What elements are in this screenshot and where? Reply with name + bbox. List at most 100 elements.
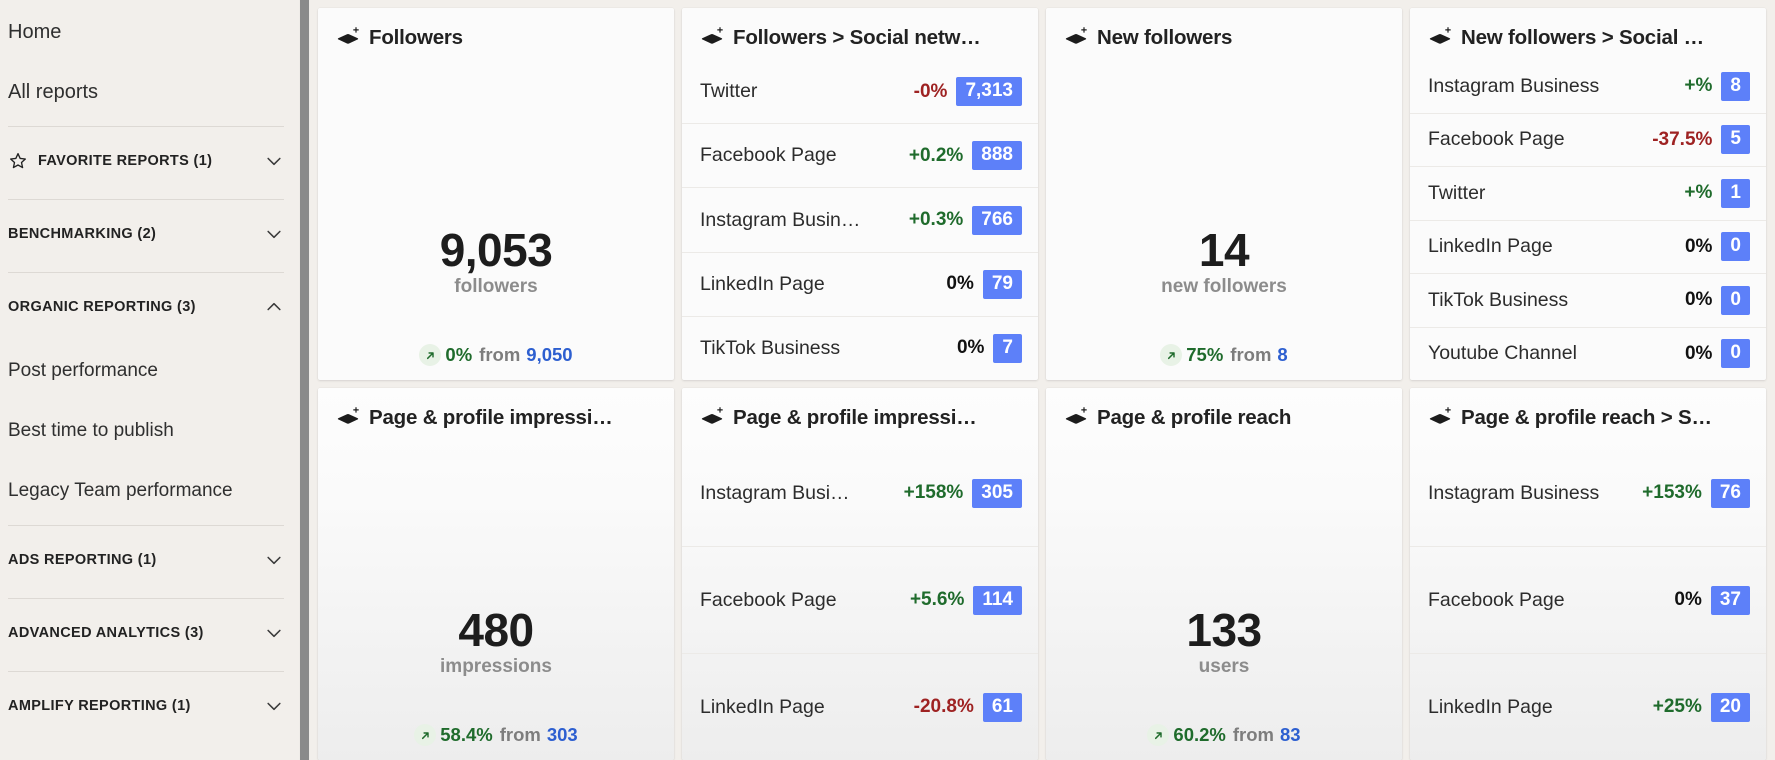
sidebar-item-legacy-team-performance[interactable]: Legacy Team performance [8, 461, 284, 521]
chevron-up-icon[interactable] [264, 297, 284, 317]
sidebar-link-home[interactable]: Home [8, 0, 284, 62]
breakdown-row[interactable]: Facebook Page +5.6% 114 [682, 546, 1038, 653]
delta-previous-value[interactable]: 83 [1280, 724, 1301, 746]
metric-unit: users [1198, 656, 1250, 677]
breakdown-row-change: 0% [1684, 342, 1713, 364]
breakdown-row-value-badge: 61 [982, 692, 1022, 722]
delta-previous-value[interactable]: 8 [1277, 344, 1287, 366]
app-root: Home All reports FAVORITE REPORTS (1) BENCH… [0, 0, 1775, 760]
breakdown-row-label: TikTok Business [1428, 288, 1569, 311]
delta-arrow-icon-wrap [1160, 344, 1183, 366]
breakdown-row-label: Facebook Page [1428, 128, 1565, 151]
widget-grid: Followers 9,053 followers 0% from 9,050 Follow… [318, 8, 1775, 760]
delta-from-label: from [499, 724, 541, 745]
breakdown-row-label: LinkedIn Page [700, 272, 825, 295]
breakdown-row-value-badge: 79 [982, 269, 1022, 299]
breakdown-row-label: Facebook Page [700, 144, 837, 167]
sidebar-group-label: AMPLIFY REPORTING (1) [8, 698, 191, 714]
breakdown-row[interactable]: Instagram Business +% 8 [1410, 60, 1766, 113]
breakdown-row-change: 0% [1684, 235, 1713, 257]
sidebar-link-all-reports[interactable]: All reports [8, 62, 284, 122]
breakdown-row[interactable]: Twitter +% 1 [1410, 166, 1766, 220]
delta-previous-value[interactable]: 9,050 [526, 344, 572, 366]
breakdown-row[interactable]: LinkedIn Page 0% 79 [682, 251, 1038, 316]
breakdown-row[interactable]: LinkedIn Page +25% 20 [1410, 653, 1766, 760]
chevron-down-icon[interactable] [264, 623, 284, 643]
chevron-down-icon[interactable] [264, 151, 284, 171]
breakdown-row-value-badge: 7 [993, 333, 1022, 363]
layers-plus-icon [1429, 407, 1451, 424]
widget-card-reach[interactable]: Page & profile reach 133 users 60.2% from 83 [1046, 388, 1402, 760]
breakdown-row-label: Youtube Channel [1428, 342, 1577, 365]
breakdown-row[interactable]: Facebook Page +0.2% 888 [682, 123, 1038, 187]
breakdown-row[interactable]: LinkedIn Page 0% 0 [1410, 219, 1766, 274]
metric-value: 480 [458, 603, 534, 656]
breakdown-row[interactable]: Facebook Page 0% 37 [1410, 546, 1766, 653]
layers-plus-icon [1429, 27, 1451, 44]
breakdown-row[interactable]: Youtube Channel 0% 0 [1410, 326, 1766, 381]
breakdown-row-value-badge: 5 [1721, 125, 1750, 155]
metric-body: 480 impressions 58.4% from 303 [318, 438, 674, 760]
sidebar-scrollbar-thumb[interactable] [300, 0, 309, 760]
delta-percent: 58.4% [440, 724, 493, 745]
sidebar-group-4[interactable]: ADVANCED ANALYTICS (3) [8, 599, 284, 667]
trend-up-arrow-icon [1154, 731, 1162, 739]
delta-previous-value[interactable]: 303 [547, 724, 578, 746]
sidebar-group-0[interactable]: FAVORITE REPORTS (1) [8, 127, 284, 195]
sidebar-group-2[interactable]: ORGANIC REPORTING (3) [8, 273, 284, 341]
widget-card-followers[interactable]: Followers 9,053 followers 0% from 9,050 [318, 8, 674, 380]
breakdown-row-change: +% [1684, 182, 1713, 204]
breakdown-row[interactable]: Instagram Busin… +0.3% 766 [682, 187, 1038, 251]
breakdown-row[interactable]: TikTok Business 0% 7 [682, 315, 1038, 380]
sidebar-content: Home All reports FAVORITE REPORTS (1) BENCH… [0, 0, 310, 740]
sidebar-group-1[interactable]: BENCHMARKING (2) [8, 200, 284, 268]
sidebar-item-best-time-to-publish[interactable]: Best time to publish [8, 401, 284, 461]
breakdown-row[interactable]: Twitter -0% 7,313 [682, 60, 1038, 123]
star-icon [10, 153, 27, 169]
breakdown-row-label: LinkedIn Page [700, 695, 825, 718]
breakdown-row[interactable]: TikTok Business 0% 0 [1410, 273, 1766, 327]
delta-percent: 0% [445, 344, 473, 365]
widget-card-reach-by-network[interactable]: Page & profile reach > S… Instagram Busin… [1410, 388, 1766, 760]
widget-card-new-followers-by-network[interactable]: New followers > Social … Instagram Busine… [1410, 8, 1766, 380]
breakdown-row[interactable]: Instagram Business +153% 76 [1410, 440, 1766, 546]
delta-percent: 60.2% [1173, 724, 1226, 745]
breakdown-rows: Instagram Business +153% 76 Facebook Page 0%… [1410, 438, 1766, 760]
metric-unit: new followers [1161, 276, 1287, 297]
metric-delta: 60.2% from 83 [1147, 724, 1301, 746]
metric-body: 14 new followers 75% from 8 [1046, 58, 1402, 380]
card-title: New followers > Social … [1461, 26, 1704, 49]
breakdown-row-value-badge: 0 [1721, 232, 1750, 262]
breakdown-row[interactable]: Facebook Page -37.5% 5 [1410, 112, 1766, 167]
metric-unit: impressions [440, 656, 552, 677]
sidebar-item-post-performance[interactable]: Post performance [8, 341, 284, 401]
breakdown-rows: Twitter -0% 7,313 Facebook Page +0.2% 888 Inst… [682, 58, 1038, 380]
chevron-down-icon[interactable] [264, 550, 284, 570]
delta-percent: 75% [1186, 344, 1224, 365]
metric-delta: 0% from 9,050 [419, 344, 573, 366]
card-title: Page & profile reach [1097, 406, 1292, 429]
sidebar-scrollbar-track[interactable] [299, 0, 310, 760]
widget-card-impressions[interactable]: Page & profile impressi… 480 impressions 58… [318, 388, 674, 760]
card-header: Page & profile impressi… [318, 388, 674, 438]
breakdown-row-change: +0.2% [908, 144, 964, 166]
chevron-down-icon[interactable] [264, 224, 284, 244]
sidebar-group-5[interactable]: AMPLIFY REPORTING (1) [8, 672, 284, 740]
card-header: Page & profile reach > S… [1410, 388, 1766, 438]
breakdown-row-value-badge: 76 [1710, 478, 1750, 508]
breakdown-row-change: 0% [946, 273, 974, 295]
widget-card-impressions-by-network[interactable]: Page & profile impressi… Instagram Busi… +… [682, 388, 1038, 760]
trend-up-arrow-icon [1167, 351, 1175, 359]
sidebar-group-3[interactable]: ADS REPORTING (1) [8, 526, 284, 594]
breakdown-row[interactable]: LinkedIn Page -20.8% 61 [682, 653, 1038, 760]
widget-card-new-followers[interactable]: New followers 14 new followers 75% from 8 [1046, 8, 1402, 380]
chevron-down-icon[interactable] [264, 696, 284, 716]
layers-plus-icon [337, 27, 359, 44]
sidebar-group-label: FAVORITE REPORTS (1) [38, 153, 213, 169]
breakdown-row-value-badge: 20 [1710, 692, 1750, 722]
widget-card-followers-by-network[interactable]: Followers > Social netw… Twitter -0% 7,313 F… [682, 8, 1038, 380]
breakdown-rows: Instagram Busi… +158% 305 Facebook Page +5.6… [682, 438, 1038, 760]
metric-value: 9,053 [439, 223, 553, 276]
delta-arrow-icon-wrap [414, 724, 437, 746]
breakdown-row[interactable]: Instagram Busi… +158% 305 [682, 440, 1038, 546]
